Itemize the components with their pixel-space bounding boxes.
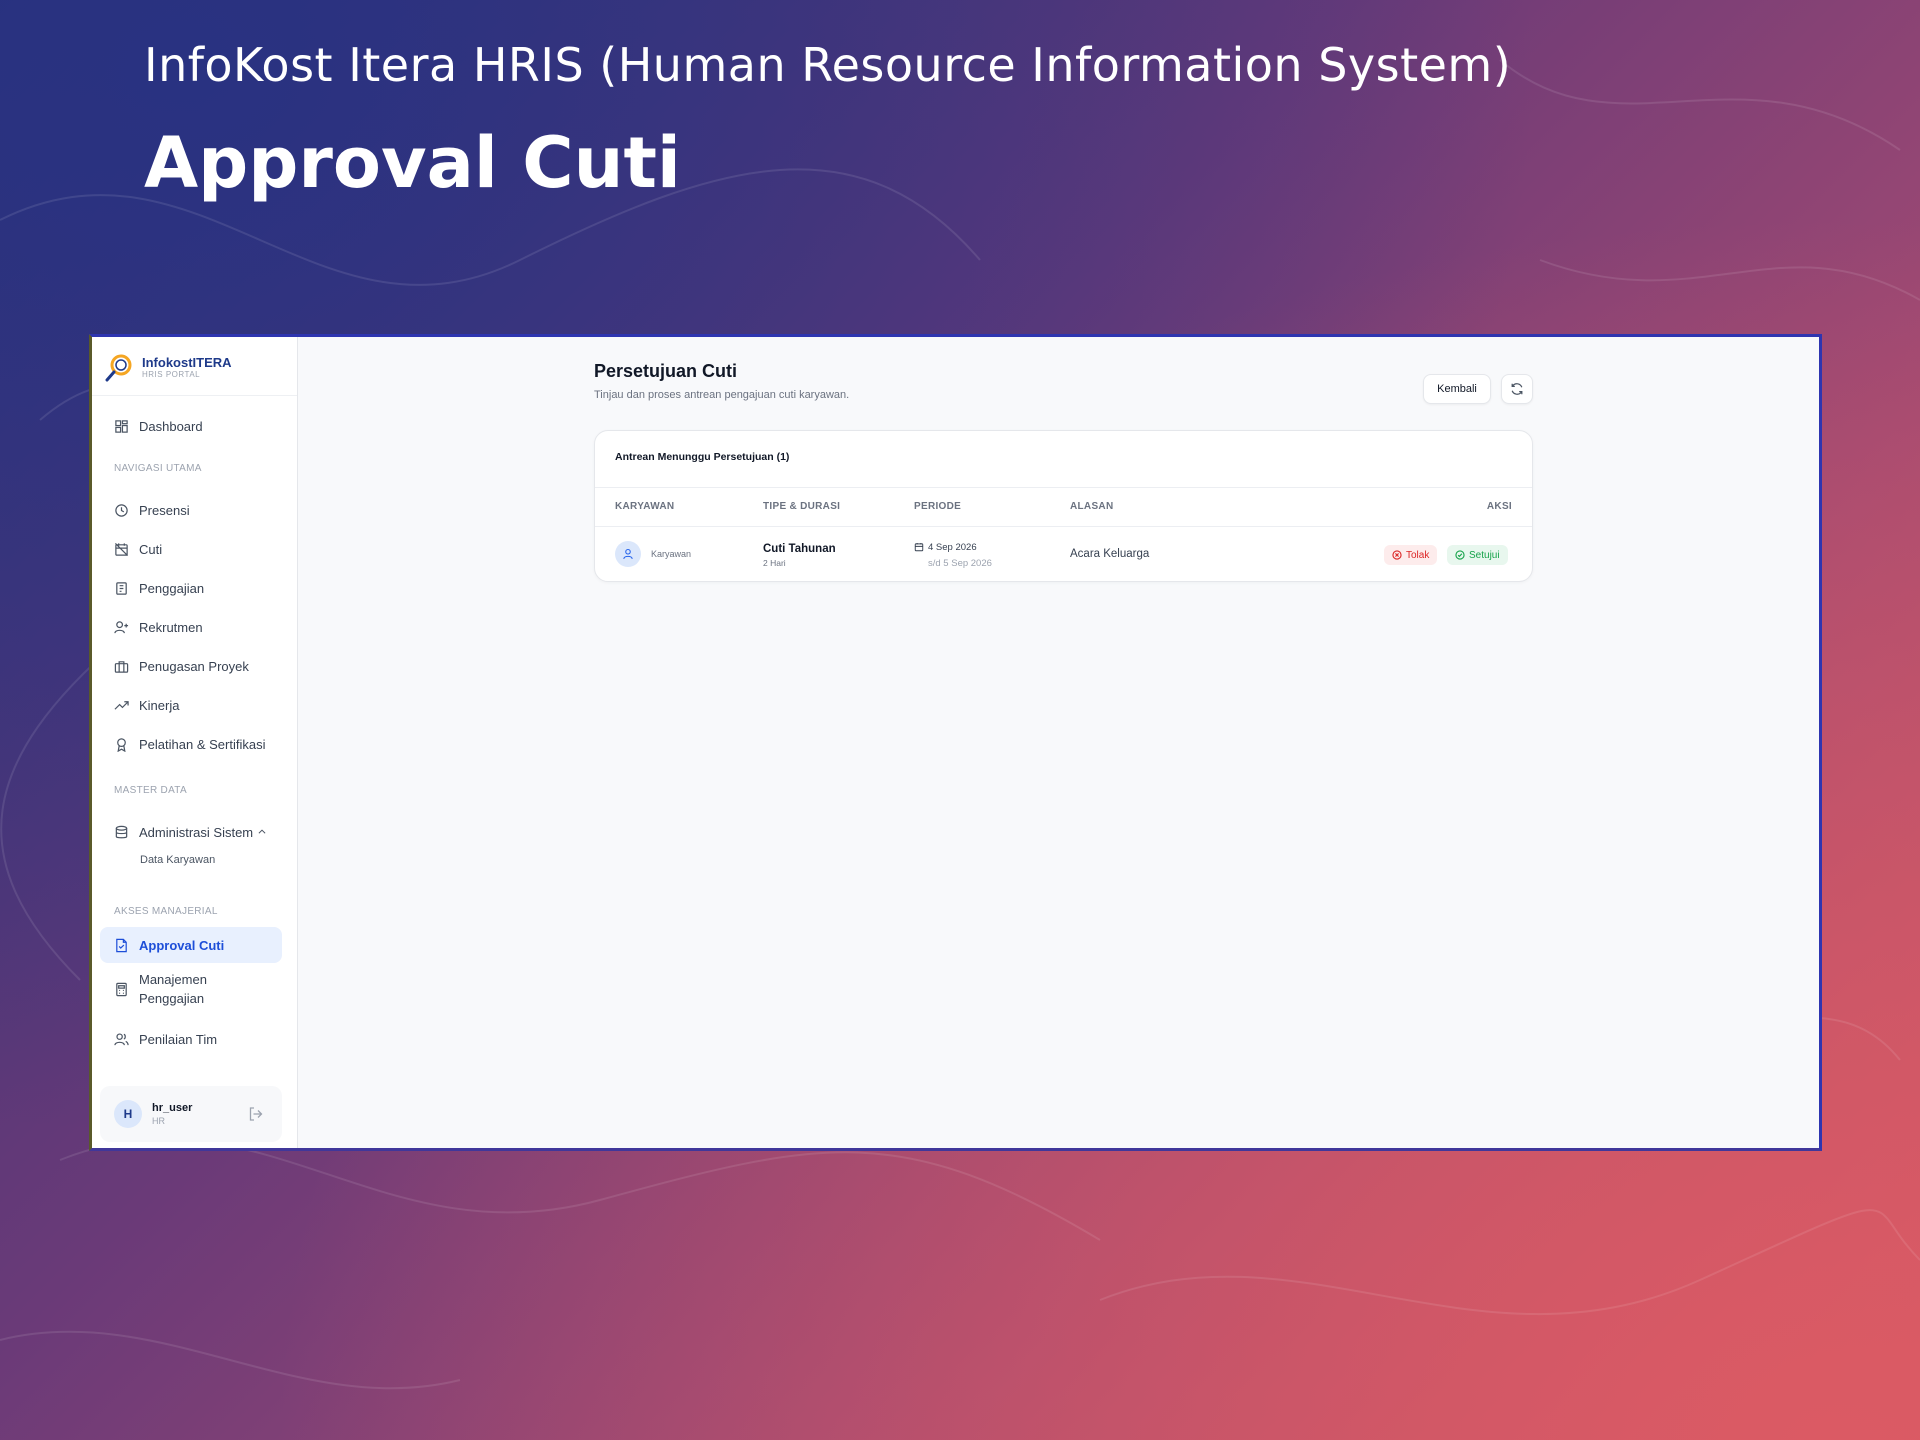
sidebar-item-label: Presensi: [139, 502, 190, 518]
page-title: Persetujuan Cuti: [594, 361, 738, 381]
approve-label: Setujui: [1469, 549, 1500, 561]
queue-header: Antrean Menunggu Persetujuan (1): [615, 451, 790, 463]
back-button[interactable]: Kembali: [1423, 374, 1491, 404]
sidebar-item-label: Administrasi Sistem: [139, 824, 254, 840]
column-header-employee: KARYAWAN: [615, 501, 675, 512]
brand-name: InfokostITERA: [142, 355, 232, 370]
column-header-action: AKSI: [1486, 501, 1512, 512]
refresh-icon: [1511, 383, 1523, 395]
user-name: hr_user: [152, 1102, 193, 1114]
leave-duration: 2 Hari: [763, 558, 786, 568]
database-icon: [115, 825, 128, 838]
reject-label: Tolak: [1406, 549, 1430, 561]
main-content: Persetujuan Cuti Tinjau dan proses antre…: [298, 337, 1819, 1148]
leave-type: Cuti Tahunan: [763, 543, 836, 555]
column-header-reason: ALASAN: [1070, 501, 1114, 512]
user-plus-icon: [114, 620, 129, 633]
column-header-period: PERIODE: [914, 501, 962, 512]
sidebar-item-manajemen-penggajian[interactable]: Manajemen Penggajian: [100, 966, 282, 1012]
employee-avatar: [615, 541, 641, 567]
sidebar-item-presensi[interactable]: Presensi: [100, 492, 282, 528]
sidebar-item-label: Manajemen Penggajian: [139, 972, 207, 1006]
sidebar-item-kinerja[interactable]: Kinerja: [100, 687, 282, 723]
sidebar-item-label: Dashboard: [139, 418, 203, 434]
approval-queue-card: Antrean Menunggu Persetujuan (1) KARYAWA…: [594, 430, 1533, 582]
sidebar-item-cuti[interactable]: Cuti: [100, 531, 282, 567]
sidebar-item-label: Penggajian: [139, 580, 205, 596]
chevron-up-icon: [258, 829, 266, 834]
award-icon: [117, 737, 126, 752]
sidebar-item-label: Cuti: [139, 541, 163, 557]
receipt-icon: [116, 581, 127, 595]
sidebar-item-approval-cuti[interactable]: Approval Cuti: [100, 927, 282, 963]
divider: [595, 526, 1532, 527]
sidebar-item-penilaian-tim[interactable]: Penilaian Tim: [100, 1021, 282, 1057]
approve-button[interactable]: Setujui: [1447, 545, 1508, 565]
users-icon: [114, 1032, 129, 1045]
x-circle-icon: [1392, 550, 1402, 560]
logout-icon[interactable]: [248, 1106, 264, 1122]
sidebar-item-label: Pelatihan & Sertifikasi: [139, 736, 266, 752]
app-window: InfokostITERA HRIS PORTAL Dashboard NAVI…: [89, 334, 1822, 1151]
brand-subtitle: HRIS PORTAL: [142, 370, 201, 379]
clock-icon: [115, 503, 128, 517]
divider: [92, 395, 297, 396]
sidebar-item-pelatihan[interactable]: Pelatihan & Sertifikasi: [100, 726, 282, 762]
sidebar-item-penugasan-proyek[interactable]: Penugasan Proyek: [100, 648, 282, 684]
sidebar-item-administrasi[interactable]: Administrasi Sistem: [100, 814, 282, 850]
leave-reason: Acara Keluarga: [1070, 548, 1150, 560]
sidebar-item-rekrutmen[interactable]: Rekrutmen: [100, 609, 282, 645]
calendar-off-icon: [114, 542, 129, 556]
user-role: HR: [152, 1116, 165, 1126]
section-label-master: MASTER DATA: [114, 785, 187, 796]
user-icon: [623, 548, 633, 560]
check-circle-icon: [1455, 550, 1465, 560]
trending-up-icon: [114, 700, 129, 710]
sidebar-item-label: Rekrutmen: [139, 619, 203, 635]
sidebar-item-label: Penugasan Proyek: [139, 658, 249, 674]
sidebar-item-penggajian[interactable]: Penggajian: [100, 570, 282, 606]
slide-subtitle: InfoKost Itera HRIS (Human Resource Info…: [144, 38, 1512, 92]
page-description: Tinjau dan proses antrean pengajuan cuti…: [594, 389, 850, 401]
employee-name: Karyawan: [651, 549, 692, 559]
slide-title: Approval Cuti: [144, 122, 681, 204]
period-start: 4 Sep 2026: [928, 542, 977, 553]
period-end: s/d 5 Sep 2026: [928, 558, 992, 569]
sidebar-item-dashboard[interactable]: Dashboard: [100, 408, 282, 444]
sidebar-item-label: Kinerja: [139, 697, 180, 713]
user-card: H hr_user HR: [100, 1086, 282, 1142]
briefcase-icon: [114, 660, 129, 673]
calendar-icon: [914, 542, 924, 552]
brand[interactable]: InfokostITERA HRIS PORTAL: [104, 349, 232, 387]
reject-button[interactable]: Tolak: [1384, 545, 1438, 565]
divider: [595, 487, 1532, 488]
logo-icon: [105, 354, 132, 382]
column-header-type: TIPE & DURASI: [763, 501, 841, 512]
sidebar-item-label: Approval Cuti: [139, 937, 225, 953]
refresh-button[interactable]: [1501, 374, 1533, 404]
file-check-icon: [116, 938, 127, 952]
section-label-manager: AKSES MANAJERIAL: [114, 906, 218, 917]
dashboard-icon: [115, 419, 128, 433]
calculator-icon: [116, 982, 127, 996]
sidebar-subitem-data-karyawan[interactable]: Data Karyawan: [140, 854, 215, 866]
avatar: H: [114, 1100, 142, 1128]
sidebar: InfokostITERA HRIS PORTAL Dashboard NAVI…: [92, 337, 298, 1148]
section-label-main: NAVIGASI UTAMA: [114, 463, 202, 474]
sidebar-item-label: Penilaian Tim: [139, 1031, 218, 1047]
